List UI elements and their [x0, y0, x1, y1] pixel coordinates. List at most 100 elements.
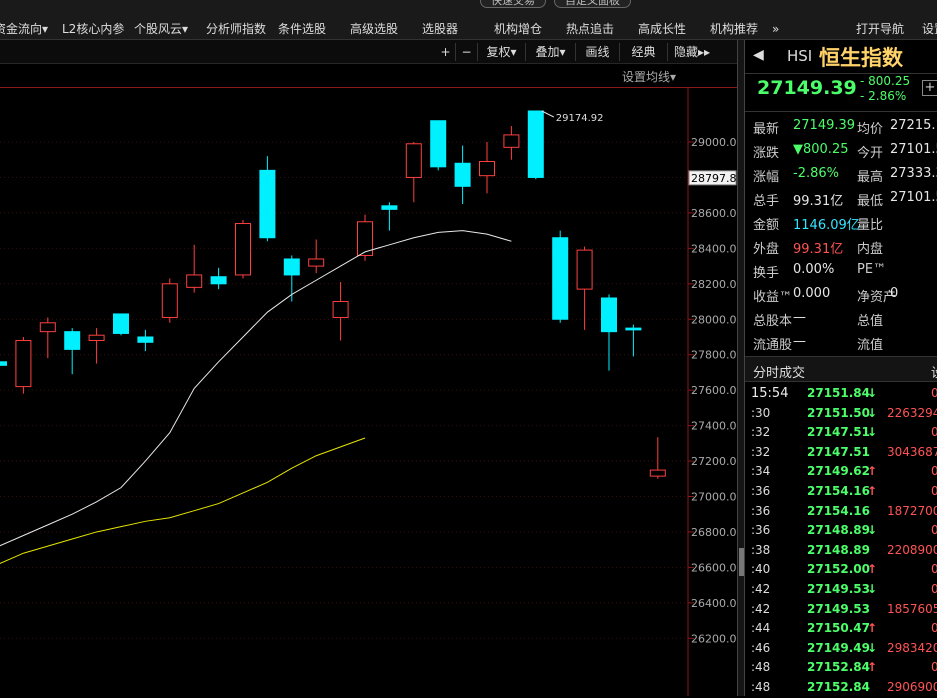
candle-body[interactable] — [137, 336, 154, 343]
stock-code: HSI — [787, 47, 813, 65]
menu-more-icon[interactable]: » — [772, 20, 779, 38]
candle-body[interactable] — [601, 297, 617, 333]
candle-body[interactable] — [332, 301, 349, 318]
candle-body[interactable] — [503, 134, 520, 148]
stat-label: 最高 — [857, 170, 884, 185]
tick-time: :38 — [751, 542, 771, 557]
candle-body[interactable] — [576, 249, 593, 290]
up-arrow-icon: ↑ — [867, 621, 878, 636]
prev-stock-icon[interactable]: ◀ — [753, 47, 764, 63]
draw-line-button[interactable]: 画线 — [576, 43, 620, 61]
candle-body[interactable] — [186, 274, 203, 288]
candle-body[interactable] — [235, 223, 251, 276]
y-tick-label: 27800.0 — [691, 349, 737, 362]
ticks-title[interactable]: 分时成交 — [753, 362, 805, 381]
y-tick-label: 28200.0 — [691, 278, 737, 291]
menu-analyst-index[interactable]: 分析师指数 — [206, 20, 266, 38]
menu-advanced-pick[interactable]: 高级选股 — [350, 20, 398, 38]
stat-value: ▼800.25 — [793, 142, 849, 157]
menu-settings[interactable]: 设置 — [922, 20, 937, 38]
tick-price: 27154.16 — [807, 484, 871, 498]
candle-body[interactable] — [210, 276, 227, 285]
stat-label: 今开 — [857, 146, 884, 161]
ticks-settings[interactable]: 设 — [931, 362, 937, 381]
tick-row: :44 27150.47 ↑ 0 — [745, 619, 937, 639]
y-tick-label: 28000.0 — [691, 313, 737, 326]
menu-hot-topics[interactable]: 热点追击 — [566, 20, 614, 38]
tick-row: :36 27154.16 1872700 — [745, 502, 937, 522]
candle-body[interactable] — [405, 143, 422, 178]
quick-trade-button[interactable]: 快速交易 — [480, 0, 546, 8]
candle-body[interactable] — [113, 313, 129, 334]
up-arrow-icon: ↑ — [867, 660, 878, 675]
custom-panel-button[interactable]: 自定义面板 — [554, 0, 631, 8]
tick-volume: 0 — [931, 562, 937, 577]
menu-stock-news[interactable]: 个股风云▾ — [134, 20, 188, 38]
candle-body[interactable] — [308, 258, 325, 267]
down-arrow-icon: ↓ — [867, 640, 878, 655]
candle-body[interactable] — [39, 322, 56, 333]
stat-value: — — [793, 334, 806, 349]
stat-value: 0.00% — [793, 262, 835, 277]
tick-time: :48 — [751, 660, 771, 675]
tick-volume: 2208900 — [887, 542, 937, 557]
candle-body[interactable] — [283, 258, 300, 276]
candle-body[interactable] — [381, 205, 398, 210]
candle-body[interactable] — [0, 361, 7, 366]
y-tick-label: 26800.0 — [691, 526, 737, 539]
menu-fund-flow[interactable]: 资金流向▾ — [0, 20, 48, 38]
stat-value: 27101.5 — [890, 190, 937, 205]
menu-institution-recommend[interactable]: 机构推荐 — [710, 20, 758, 38]
classic-button[interactable]: 经典 — [620, 43, 668, 61]
up-arrow-icon: ↑ — [867, 562, 878, 577]
kline-chart[interactable]: 29000.028800.028600.028400.028200.028000… — [0, 88, 737, 696]
candle-body[interactable] — [64, 331, 81, 350]
tick-price: 27147.51 — [807, 425, 871, 440]
tick-time: :40 — [751, 562, 771, 577]
tick-row: :48 27152.84 ↑ 0 — [745, 658, 937, 678]
set-moving-average-button[interactable]: 设置均线▾ — [622, 68, 676, 85]
stat-value: 99.31亿 — [793, 242, 844, 257]
adjust-dropdown[interactable]: 复权▾ — [478, 43, 526, 61]
menu-high-growth[interactable]: 高成长性 — [638, 20, 686, 38]
candle-body[interactable] — [454, 162, 471, 187]
stat-label: 流通股 — [753, 338, 793, 353]
candle-body[interactable] — [259, 169, 276, 239]
tick-volume: 3043687 — [887, 444, 937, 459]
menu-l2-insight[interactable]: L2核心内参 — [62, 20, 124, 38]
menu-condition-pick[interactable]: 条件选股 — [278, 20, 326, 38]
stat-value: 27149.39 — [793, 118, 856, 133]
add-watchlist-icon[interactable]: + — [922, 80, 937, 96]
zoom-out-button[interactable]: − — [456, 43, 478, 61]
splitter-handle-icon[interactable] — [739, 548, 744, 576]
tick-row: :42 27149.53 1857605 — [745, 600, 937, 620]
candle-body[interactable] — [88, 334, 105, 342]
candle-body[interactable] — [552, 237, 569, 320]
tick-row: :36 27154.16 ↑ 0 — [745, 482, 937, 502]
candle-body[interactable] — [161, 283, 178, 318]
menu-open-nav[interactable]: 打开导航 — [856, 20, 904, 38]
candle-body[interactable] — [479, 160, 495, 177]
candle-body[interactable] — [625, 327, 642, 331]
candle-body[interactable] — [15, 340, 32, 388]
hide-button[interactable]: 隐藏▸▸ — [668, 43, 716, 61]
candle-body[interactable] — [649, 469, 666, 477]
tick-row: :48 27152.84 2906900 — [745, 678, 937, 698]
tick-volume: 0 — [931, 523, 937, 538]
overlay-dropdown[interactable]: 叠加▾ — [526, 43, 576, 61]
zoom-in-button[interactable]: + — [436, 43, 456, 61]
candle-body[interactable] — [527, 110, 544, 178]
y-tick-label: 26600.0 — [691, 561, 737, 574]
menu-institution-increase[interactable]: 机构增仓 — [494, 20, 542, 38]
tick-price: 27149.62 — [807, 464, 871, 479]
stat-label: 总手 — [753, 194, 780, 209]
stat-value: -2.86% — [793, 166, 839, 181]
tick-price: 27149.49 — [807, 640, 871, 655]
tick-volume: 2983420 — [887, 640, 937, 655]
candle-body[interactable] — [430, 120, 447, 168]
menu-stock-picker[interactable]: 选股器 — [422, 20, 458, 38]
panel-splitter[interactable] — [737, 40, 745, 696]
y-tick-label: 26200.0 — [691, 632, 737, 645]
ticks-header: 分时成交 设 — [745, 356, 937, 382]
tick-volume: 0 — [931, 425, 937, 440]
